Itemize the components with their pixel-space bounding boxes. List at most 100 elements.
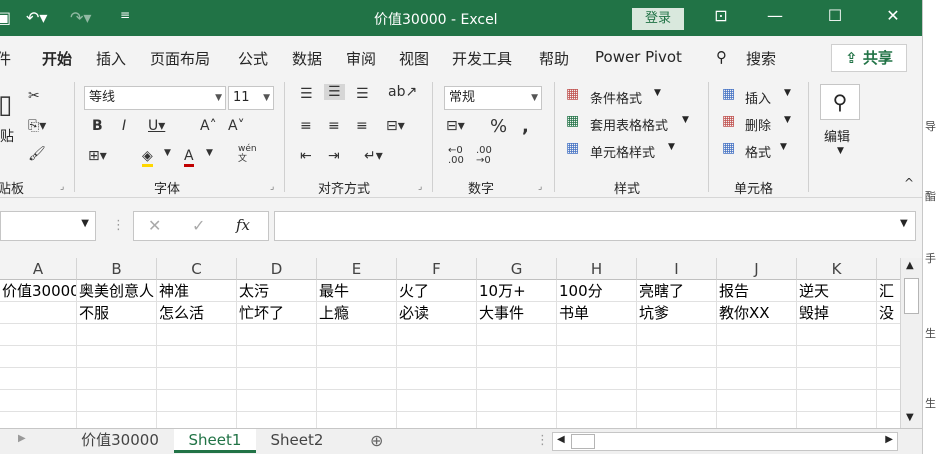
tab-home[interactable]: 开始 [42, 48, 72, 69]
column-header-H[interactable]: H [557, 258, 637, 280]
cell-styles-icon[interactable]: ▦ [566, 140, 579, 156]
cell[interactable] [77, 390, 157, 412]
tab-page-layout[interactable]: 页面布局 [150, 48, 210, 69]
maximize-icon[interactable]: ☐ [820, 6, 850, 25]
delete-cells-icon[interactable]: ▦ [722, 113, 735, 129]
cell[interactable] [237, 346, 317, 368]
tab-view[interactable]: 视图 [399, 48, 429, 69]
tab-formulas[interactable]: 公式 [238, 48, 268, 69]
cut-icon[interactable]: ✂ [28, 88, 40, 104]
conditional-formatting-button[interactable]: 条件格式 [590, 88, 642, 107]
scroll-down-icon[interactable]: ▼ [906, 412, 914, 423]
cell[interactable]: 上瘾 [317, 302, 397, 324]
cell[interactable] [637, 390, 717, 412]
save-icon[interactable]: ▣ [0, 8, 11, 27]
redo-icon[interactable]: ↷▾ [70, 8, 91, 27]
grow-font-button[interactable]: A˄ [200, 118, 217, 134]
tab-file[interactable]: 件 [0, 48, 11, 69]
cell[interactable] [877, 390, 900, 412]
cell[interactable]: 亮瞎了 [637, 280, 717, 302]
new-sheet-icon[interactable]: ⊕ [370, 431, 383, 450]
fill-color-dropdown-icon[interactable]: ▼ [164, 148, 171, 158]
tab-insert[interactable]: 插入 [96, 48, 126, 69]
column-header-A[interactable]: A [0, 258, 77, 280]
prev-sheet-icon[interactable]: ▶ [18, 433, 26, 444]
cell[interactable] [397, 346, 477, 368]
cell[interactable] [877, 368, 900, 390]
cell[interactable] [557, 346, 637, 368]
insert-function-button[interactable]: fx [236, 216, 250, 234]
drag-handle-icon[interactable]: ⋮ [536, 433, 549, 448]
tab-power-pivot[interactable]: Power Pivot [595, 48, 682, 66]
close-icon[interactable]: ✕ [878, 6, 908, 25]
cell[interactable] [637, 368, 717, 390]
cell[interactable] [0, 390, 77, 412]
cell[interactable] [877, 324, 900, 346]
column-header-G[interactable]: G [477, 258, 557, 280]
increase-decimal-icon[interactable]: ←0.00 [448, 146, 464, 166]
customize-quick-access-icon[interactable]: ≡ [120, 8, 130, 22]
column-header-I[interactable]: I [637, 258, 717, 280]
cell[interactable] [637, 324, 717, 346]
cell[interactable]: 书单 [557, 302, 637, 324]
cell[interactable]: 忙坏了 [237, 302, 317, 324]
cell[interactable] [237, 390, 317, 412]
cell[interactable] [717, 412, 797, 428]
name-box[interactable]: ▼ [0, 211, 96, 241]
tab-review[interactable]: 审阅 [346, 48, 376, 69]
cell[interactable]: 怎么活 [157, 302, 237, 324]
conditional-formatting-icon[interactable]: ▦ [566, 86, 579, 102]
cell[interactable] [237, 324, 317, 346]
cell[interactable] [397, 324, 477, 346]
expand-formula-bar-icon[interactable]: ▼ [900, 218, 908, 229]
cell[interactable] [717, 368, 797, 390]
merge-center-icon[interactable]: ⊟▾ [386, 118, 405, 134]
align-bottom-icon[interactable]: ☰ [356, 86, 369, 102]
cell[interactable]: 最牛 [317, 280, 397, 302]
cell[interactable] [877, 346, 900, 368]
cell[interactable] [397, 368, 477, 390]
font-color-dropdown-icon[interactable]: ▼ [206, 148, 213, 158]
undo-icon[interactable]: ↶▾ [26, 8, 47, 27]
cell[interactable] [77, 324, 157, 346]
align-center-icon[interactable]: ≡ [328, 118, 340, 134]
cell[interactable] [557, 368, 637, 390]
align-right-icon[interactable]: ≡ [356, 118, 368, 134]
horizontal-scroll-thumb[interactable] [571, 434, 595, 449]
format-painter-icon[interactable]: 🖌 [28, 146, 46, 162]
cell-styles-button[interactable]: 单元格样式 [590, 142, 655, 161]
sign-in-button[interactable]: 登录 [632, 8, 684, 30]
minimize-icon[interactable]: — [760, 6, 790, 25]
font-color-icon[interactable]: A [184, 148, 194, 167]
cell[interactable]: 神准 [157, 280, 237, 302]
cell[interactable] [157, 368, 237, 390]
cell[interactable] [477, 412, 557, 428]
cell[interactable] [157, 412, 237, 428]
format-as-table-icon[interactable]: ▦ [566, 113, 579, 129]
tab-developer[interactable]: 开发工具 [452, 48, 512, 69]
comma-style-icon[interactable]: , [522, 116, 529, 137]
cell[interactable] [797, 346, 877, 368]
cell[interactable]: 汇 [877, 280, 900, 302]
orientation-icon[interactable]: ab↗ [388, 84, 417, 100]
percent-style-icon[interactable]: % [490, 116, 507, 137]
accounting-format-icon[interactable]: ⊟▾ [446, 118, 465, 134]
cell[interactable] [77, 368, 157, 390]
vertical-scrollbar[interactable]: ▲ ▼ [900, 258, 922, 428]
cell[interactable]: 逆天 [797, 280, 877, 302]
cell[interactable]: 10万+ [477, 280, 557, 302]
horizontal-scrollbar[interactable]: ◀ ▶ [552, 432, 898, 451]
cell[interactable] [237, 368, 317, 390]
vertical-scroll-thumb[interactable] [904, 278, 919, 314]
cell[interactable]: 太污 [237, 280, 317, 302]
phonetic-guide-button[interactable]: wén 文 [238, 144, 257, 164]
cell[interactable]: 火了 [397, 280, 477, 302]
cell[interactable]: 价值30000 [0, 280, 77, 302]
cell[interactable]: 奥美创意人 [77, 280, 157, 302]
cell[interactable]: 坑爹 [637, 302, 717, 324]
cell[interactable] [557, 412, 637, 428]
align-left-icon[interactable]: ≡ [300, 118, 312, 134]
cell[interactable] [557, 390, 637, 412]
column-header-J[interactable]: J [717, 258, 797, 280]
cell[interactable] [477, 324, 557, 346]
